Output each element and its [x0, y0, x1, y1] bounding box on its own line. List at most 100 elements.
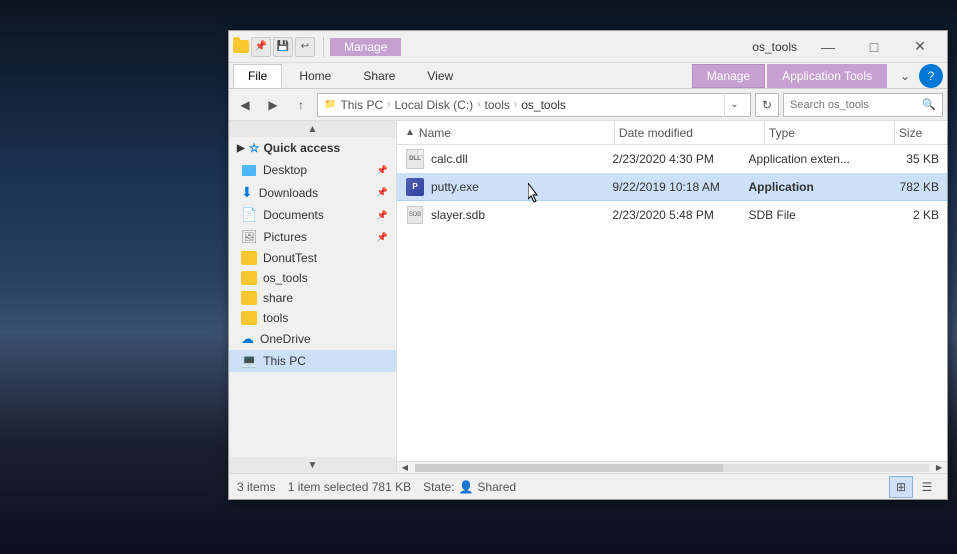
share-folder-icon	[241, 291, 257, 305]
address-bar[interactable]: 📁 This PC › Local Disk (C:) › tools › os…	[317, 93, 751, 117]
sidebar-item-downloads[interactable]: ⬇ Downloads 📌	[229, 181, 396, 204]
ribbon-tabs: File Home Share View Manage Application …	[229, 63, 947, 89]
window-title: os_tools	[752, 40, 797, 54]
file-row-calcdll[interactable]: DLL calc.dll 2/23/2020 4:30 PM Applicati…	[397, 145, 947, 173]
sidebar-item-donuttest[interactable]: DonutTest	[229, 248, 396, 268]
sidebar-quick-access[interactable]: ▶ ☆ Quick access	[229, 137, 396, 159]
sidebar-scroll-up[interactable]: ▲	[229, 121, 396, 137]
puttyexe-icon: P	[405, 177, 425, 197]
pictures-icon: 🖼	[241, 229, 258, 245]
close-btn[interactable]: ✕	[897, 31, 943, 63]
maximize-btn[interactable]: □	[851, 31, 897, 63]
sort-up-btn[interactable]: ▲	[405, 127, 415, 138]
horizontal-scrollbar[interactable]: ◀ ▶	[397, 461, 947, 473]
help-btn[interactable]: ?	[919, 64, 943, 88]
ostools-folder-icon	[241, 271, 257, 285]
item-count: 3 items	[237, 480, 276, 494]
quick-access-star-icon: ☆	[249, 141, 260, 155]
selected-info: 1 item selected 781 KB	[288, 480, 411, 494]
dll-file-icon: DLL	[406, 149, 424, 169]
sidebar-item-thispc[interactable]: 💻 This PC	[229, 350, 396, 372]
sidebar-item-onedrive[interactable]: ☁ OneDrive	[229, 328, 396, 350]
sep3: ›	[514, 99, 517, 110]
slayersdb-size: 2 KB	[866, 208, 939, 222]
search-bar[interactable]: 🔍	[783, 93, 943, 117]
documents-icon: 📄	[241, 207, 257, 223]
quick-access-label: Quick access	[263, 141, 340, 155]
save-btn[interactable]: 💾	[273, 37, 293, 57]
title-sep	[323, 37, 324, 57]
nav-bar: ◀ ▶ ↑ 📁 This PC › Local Disk (C:) › tool…	[229, 89, 947, 121]
back-btn[interactable]: ◀	[233, 93, 257, 117]
scroll-track[interactable]	[415, 464, 929, 472]
pictures-pin-icon: 📌	[377, 232, 388, 243]
scroll-thumb	[415, 464, 723, 472]
list-view-btn[interactable]: ☰	[915, 476, 939, 498]
crumb-thispc[interactable]: This PC	[340, 98, 383, 112]
calcdll-type: Application exten...	[749, 152, 867, 166]
address-dropdown-btn[interactable]: ⌄	[724, 93, 744, 117]
state-label: State:	[423, 480, 454, 494]
sidebar-item-tools[interactable]: tools	[229, 308, 396, 328]
file-row-puttyexe[interactable]: P putty.exe 9/22/2019 10:18 AM Applicati…	[397, 173, 947, 201]
tab-file[interactable]: File	[233, 64, 282, 88]
tab-share[interactable]: Share	[348, 64, 410, 88]
sidebar-scroll-down[interactable]: ▼	[229, 457, 396, 473]
sidebar-item-documents[interactable]: 📄 Documents 📌	[229, 204, 396, 226]
tab-view[interactable]: View	[412, 64, 468, 88]
sidebar-item-ostools[interactable]: os_tools	[229, 268, 396, 288]
scroll-right-btn[interactable]: ▶	[931, 462, 947, 474]
col-type-header[interactable]: Type	[765, 121, 895, 144]
thispc-icon: 💻	[241, 353, 257, 369]
details-view-btn[interactable]: ⊞	[889, 476, 913, 498]
thispc-label: This PC	[263, 354, 306, 368]
sidebar-item-desktop[interactable]: Desktop 📌	[229, 159, 396, 181]
expand-arrow: ▶	[237, 143, 245, 154]
crumb-localdisk[interactable]: Local Disk (C:)	[394, 98, 473, 112]
calcdll-date: 2/23/2020 4:30 PM	[612, 152, 748, 166]
sidebar-item-share[interactable]: share	[229, 288, 396, 308]
slayersdb-name: slayer.sdb	[431, 208, 612, 222]
undo-btn[interactable]: ↩	[295, 37, 315, 57]
refresh-btn[interactable]: ↻	[755, 93, 779, 117]
sdb-file-icon: SDB	[407, 206, 423, 224]
crumb-tools[interactable]: tools	[485, 98, 510, 112]
col-name-header[interactable]: Name	[415, 121, 615, 144]
file-row-slayersdb[interactable]: SDB slayer.sdb 2/23/2020 5:48 PM SDB Fil…	[397, 201, 947, 229]
state-icon: 👤	[458, 480, 473, 494]
file-area: ▲ Name Date modified Type Size DLL	[397, 121, 947, 473]
donuttest-folder-icon	[241, 251, 257, 265]
ostools-label: os_tools	[263, 271, 308, 285]
search-input[interactable]	[790, 99, 918, 111]
scroll-left-btn[interactable]: ◀	[397, 462, 413, 474]
sep2: ›	[477, 99, 480, 110]
share-label: share	[263, 291, 293, 305]
title-bar-left: 📌 💾 ↩	[233, 37, 330, 57]
file-list: DLL calc.dll 2/23/2020 4:30 PM Applicati…	[397, 145, 947, 461]
sidebar-item-pictures[interactable]: 🖼 Pictures 📌	[229, 226, 396, 248]
tab-manage[interactable]: Manage	[692, 64, 765, 88]
pin-btn[interactable]: 📌	[251, 37, 271, 57]
sidebar: ▶ ☆ Quick access Desktop 📌 ⬇ Downloads	[229, 137, 396, 457]
tab-home[interactable]: Home	[284, 64, 346, 88]
col-size-header[interactable]: Size	[895, 121, 947, 144]
downloads-pin-icon: 📌	[377, 187, 388, 198]
slayersdb-date: 2/23/2020 5:48 PM	[612, 208, 748, 222]
minimize-btn[interactable]: —	[805, 31, 851, 63]
column-headers: Name Date modified Type Size	[415, 121, 947, 144]
donuttest-label: DonutTest	[263, 251, 317, 265]
search-icon: 🔍	[922, 98, 936, 111]
crumb-ostools: os_tools	[521, 98, 566, 112]
col-date-header[interactable]: Date modified	[615, 121, 765, 144]
ribbon-expand-btn[interactable]: ⌄	[893, 64, 917, 88]
onedrive-icon: ☁	[241, 331, 254, 347]
tab-application-tools[interactable]: Application Tools	[767, 64, 887, 88]
documents-pin-icon: 📌	[377, 210, 388, 221]
forward-btn[interactable]: ▶	[261, 93, 285, 117]
manage-tab-title[interactable]: Manage	[330, 38, 401, 56]
puttyexe-size: 782 KB	[866, 180, 939, 194]
pictures-label: Pictures	[264, 230, 307, 244]
puttyexe-date: 9/22/2019 10:18 AM	[612, 180, 748, 194]
file-header: ▲ Name Date modified Type Size	[397, 121, 947, 145]
up-btn[interactable]: ↑	[289, 93, 313, 117]
